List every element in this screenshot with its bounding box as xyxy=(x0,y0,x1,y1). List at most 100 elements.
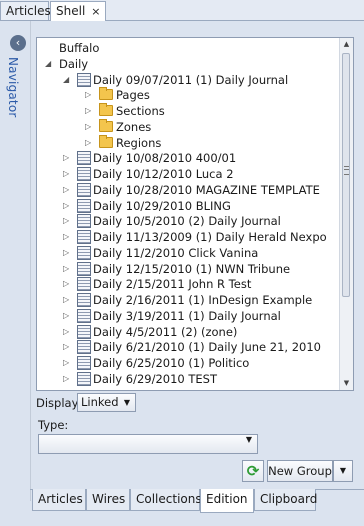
tab-label: Edition xyxy=(206,492,248,506)
tree-row-label: Daily 10/08/2010 400/01 xyxy=(93,151,237,166)
tree-row-label: Daily 4/5/2011 (2) (zone) xyxy=(93,324,238,339)
tree-row-label: Daily 2/15/2011 John R Test xyxy=(93,277,252,292)
expanded-arrow-icon[interactable]: ◢ xyxy=(63,72,72,88)
collapsed-arrow-icon[interactable]: ▷ xyxy=(85,119,94,135)
tree-row[interactable]: ▷ Daily 3/19/2011 (1) Daily Journal xyxy=(37,308,340,324)
edition-document-icon xyxy=(77,293,91,307)
tab-shell[interactable]: Shell × xyxy=(50,1,106,21)
tree-row-label: Daily 11/13/2009 (1) Daily Herald Nexpo xyxy=(93,230,327,244)
tree-row-label: Daily 10/12/2010 Luca 2 xyxy=(93,167,234,181)
tree-row-label: Daily 10/5/2010 (2) Daily Journal xyxy=(93,214,281,229)
tree-row[interactable]: ▷ Daily 11/2/2010 Click Vanina xyxy=(37,245,340,261)
tab-collections[interactable]: Collections xyxy=(130,489,202,511)
edition-document-icon xyxy=(77,277,91,292)
tree-row-label: Daily 10/28/2010 MAGAZINE TEMPLATE xyxy=(93,182,320,197)
collapsed-arrow-icon[interactable]: ▷ xyxy=(63,308,72,324)
navigator-panel: ‹ Navigator xyxy=(0,21,31,501)
tree-row[interactable]: ▷ Daily 10/08/2010 400/01 xyxy=(37,150,340,166)
collapsed-arrow-icon[interactable]: ▷ xyxy=(63,245,72,261)
chevron-down-icon: ▼ xyxy=(245,435,252,444)
collapsed-arrow-icon[interactable]: ▷ xyxy=(63,150,72,166)
tab-wires[interactable]: Wires xyxy=(86,489,130,511)
expanded-arrow-icon[interactable]: ◢ xyxy=(45,56,54,72)
tree-row-label: Zones xyxy=(116,119,152,134)
collapsed-arrow-icon[interactable]: ▷ xyxy=(63,166,72,182)
collapsed-arrow-icon[interactable]: ▷ xyxy=(63,229,72,245)
edition-document-icon xyxy=(77,72,91,87)
edition-tree: Buffalo ◢ Daily ◢ Daily 09/07/2011 (1) Daily… xyxy=(36,37,354,391)
refresh-button[interactable]: ⟳ xyxy=(242,460,264,482)
tree-row[interactable]: ▷ Daily 6/25/2010 (1) Politico xyxy=(37,355,340,371)
edition-document-icon xyxy=(77,230,91,244)
collapsed-arrow-icon[interactable]: ▷ xyxy=(63,339,72,355)
edition-document-icon xyxy=(77,324,91,339)
tree-row-label: Buffalo xyxy=(59,41,100,55)
collapsed-arrow-icon[interactable]: ▷ xyxy=(85,135,94,151)
tree-row[interactable]: ▷ Daily 11/13/2009 (1) Daily Herald Nexpo xyxy=(37,229,340,245)
edition-document-icon xyxy=(77,182,91,197)
bottom-tab-strip: Articles Wires Collections Edition Clipb… xyxy=(30,489,364,514)
tab-clipboard[interactable]: Clipboard xyxy=(254,489,317,511)
tab-edition[interactable]: Edition xyxy=(200,489,254,513)
scroll-down-icon[interactable]: ▼ xyxy=(340,377,353,390)
edition-document-icon xyxy=(77,261,91,276)
tree-row[interactable]: ◢ Daily 09/07/2011 (1) Daily Journal xyxy=(37,72,340,88)
collapsed-arrow-icon[interactable]: ▷ xyxy=(63,261,72,277)
navigator-label[interactable]: Navigator xyxy=(6,57,20,118)
tree-row[interactable]: ▷ Pages xyxy=(37,87,340,103)
tree-row[interactable]: ▷ Daily 6/21/2010 (1) Daily June 21, 2010 xyxy=(37,339,340,355)
vertical-scrollbar[interactable]: ▲ ▼ xyxy=(339,38,353,390)
grip-icon xyxy=(344,166,349,175)
tree-row[interactable]: ▷ Daily 10/28/2010 MAGAZINE TEMPLATE xyxy=(37,182,340,198)
tree-row[interactable]: ▷ Sections xyxy=(37,103,340,119)
tree-row[interactable]: ▷ Daily 10/5/2010 (2) Daily Journal xyxy=(37,213,340,229)
close-icon[interactable]: × xyxy=(91,5,100,18)
collapsed-arrow-icon[interactable]: ▷ xyxy=(63,182,72,198)
collapsed-arrow-icon[interactable]: ▷ xyxy=(63,276,72,292)
tree-row-label: Regions xyxy=(116,135,162,150)
tree-row-label: Daily 11/2/2010 Click Vanina xyxy=(93,245,259,260)
tree-row[interactable]: Buffalo xyxy=(37,40,340,56)
edition-document-icon xyxy=(77,371,91,386)
tree-row[interactable]: ▷ Daily 10/12/2010 Luca 2 xyxy=(37,166,340,182)
folder-icon xyxy=(99,118,113,132)
tree-row[interactable]: ▷ Zones xyxy=(37,118,340,135)
tree-row[interactable]: ▷ Daily 4/5/2011 (2) (zone) xyxy=(37,324,340,340)
edition-document-icon xyxy=(77,340,91,355)
collapsed-arrow-icon[interactable]: ▷ xyxy=(63,198,72,214)
tree-row[interactable]: ▷ Daily 10/29/2010 BLING xyxy=(37,198,340,214)
tab-label: Shell xyxy=(56,4,86,18)
tree-row[interactable]: ▷ Regions xyxy=(37,134,340,151)
collapsed-arrow-icon[interactable]: ▷ xyxy=(63,213,72,229)
tree-row[interactable]: ▷ Daily 2/15/2011 John R Test xyxy=(37,276,340,292)
tree-row-label: Daily 6/29/2010 TEST xyxy=(93,371,217,386)
edition-document-icon xyxy=(77,151,91,166)
tree-row[interactable]: ▷ Daily 2/16/2011 (1) InDesign Example xyxy=(37,292,340,308)
collapsed-arrow-icon[interactable]: ▷ xyxy=(63,371,72,387)
folder-icon xyxy=(99,103,113,116)
collapsed-arrow-icon[interactable]: ▷ xyxy=(85,87,94,103)
collapsed-arrow-icon[interactable]: ▷ xyxy=(85,103,94,119)
edition-document-icon xyxy=(77,198,91,213)
tree-row-label: Daily 12/15/2010 (1) NWN Tribune xyxy=(93,261,291,276)
tree-row[interactable]: ▷ Daily 12/15/2010 (1) NWN Tribune xyxy=(37,261,340,277)
new-group-dropdown-button[interactable]: ▼ xyxy=(333,460,353,482)
tree-row[interactable]: ▷ Daily 6/29/2010 TEST xyxy=(37,371,340,387)
tree-row[interactable]: ◢ Daily xyxy=(37,56,340,72)
edition-document-icon xyxy=(77,214,91,229)
edition-document-icon xyxy=(77,167,91,181)
collapsed-arrow-icon[interactable]: ▷ xyxy=(63,355,72,371)
tree-row-label: Sections xyxy=(116,104,165,118)
tab-articles-top[interactable]: Articles xyxy=(0,1,51,20)
collapsed-arrow-icon[interactable]: ▷ xyxy=(63,324,72,340)
scroll-up-icon[interactable]: ▲ xyxy=(340,38,353,51)
collapsed-arrow-icon[interactable]: ▷ xyxy=(63,292,72,308)
tab-articles[interactable]: Articles xyxy=(32,489,86,511)
collapse-navigator-button[interactable]: ‹ xyxy=(10,35,26,51)
scroll-thumb[interactable] xyxy=(342,53,350,297)
new-group-button[interactable]: New Group xyxy=(267,460,333,482)
display-select[interactable]: Linked ▼ xyxy=(77,393,136,412)
tab-label: Articles xyxy=(6,4,51,18)
tree-row-label: Daily 6/21/2010 (1) Daily June 21, 2010 xyxy=(93,340,321,355)
type-select[interactable]: ▼ xyxy=(38,434,258,454)
